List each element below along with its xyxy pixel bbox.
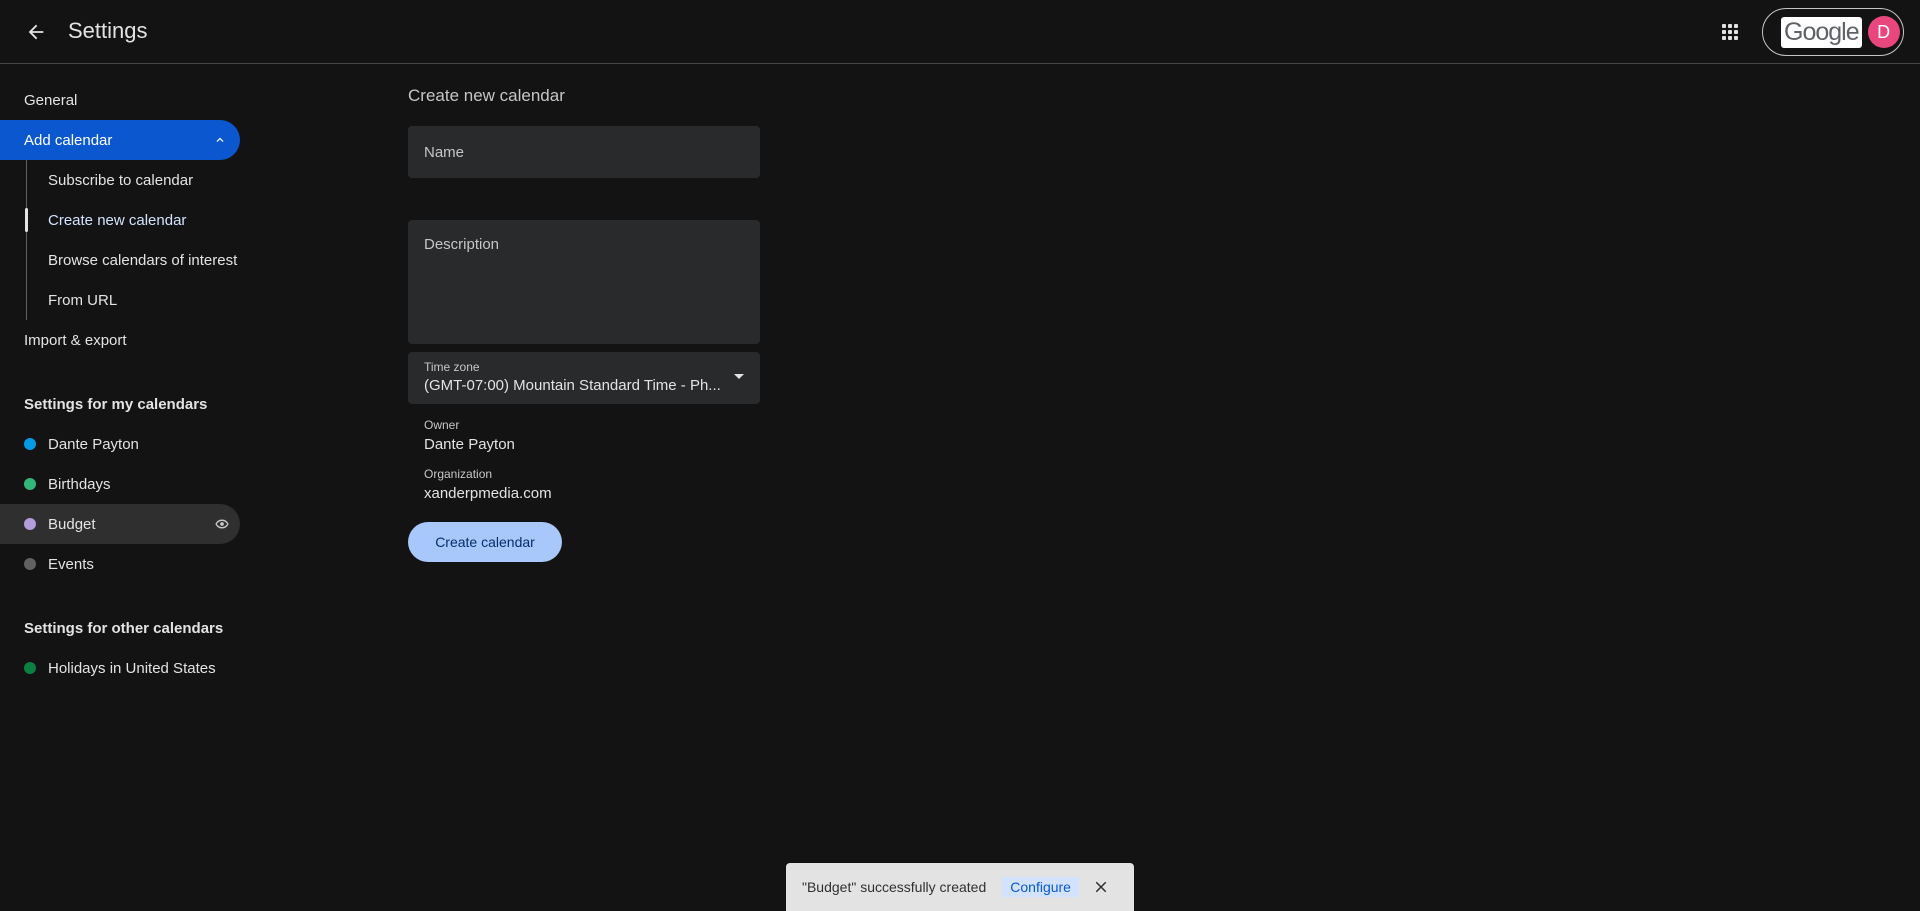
close-icon[interactable] xyxy=(1089,875,1113,899)
sidebar-item-import-export[interactable]: Import & export xyxy=(0,320,240,360)
sidebar-item-add-calendar[interactable]: Add calendar xyxy=(0,120,240,160)
calendar-name: Holidays in United States xyxy=(48,659,216,677)
sidebar-item-from-url[interactable]: From URL xyxy=(0,280,240,320)
sidebar-item-general[interactable]: General xyxy=(0,80,240,120)
organization-value: xanderpmedia.com xyxy=(424,485,552,502)
avatar: D xyxy=(1867,16,1900,48)
owner-info: Owner Dante Payton xyxy=(408,418,760,453)
sidebar-item-label: Create new calendar xyxy=(48,211,187,229)
owner-label: Owner xyxy=(424,418,460,432)
settings-sidebar: General Add calendar Subscribe to calend… xyxy=(0,80,240,688)
eye-icon[interactable] xyxy=(212,514,232,534)
sidebar-item-label: Add calendar xyxy=(24,131,113,149)
sidebar-item-label: From URL xyxy=(48,291,118,309)
timezone-value: (GMT-07:00) Mountain Standard Time - Ph.… xyxy=(424,377,721,394)
back-button[interactable] xyxy=(16,12,56,52)
configure-button[interactable]: Configure xyxy=(1002,877,1079,897)
dropdown-arrow-icon xyxy=(734,374,744,379)
sidebar-item-calendar[interactable]: Birthdays xyxy=(0,464,240,504)
arrow-back-icon xyxy=(28,24,44,40)
organization-info: Organization xanderpmedia.com xyxy=(408,467,760,502)
calendar-name: Budget xyxy=(48,515,96,533)
create-calendar-button[interactable]: Create calendar xyxy=(408,522,562,562)
calendar-color-dot xyxy=(24,558,36,570)
top-app-bar: Settings Google D xyxy=(0,0,1920,64)
my-calendars-heading: Settings for my calendars xyxy=(24,395,208,413)
sidebar-item-calendar[interactable]: Budget xyxy=(0,504,240,544)
description-input[interactable] xyxy=(408,220,760,344)
add-calendar-submenu: Subscribe to calendar Create new calenda… xyxy=(0,160,240,320)
snackbar-message: "Budget" successfully created xyxy=(802,879,987,895)
calendar-name: Events xyxy=(48,555,94,573)
account-button[interactable]: Google D xyxy=(1762,8,1904,56)
google-logo: Google xyxy=(1781,16,1862,48)
organization-label: Organization xyxy=(424,467,493,481)
sidebar-item-label: Subscribe to calendar xyxy=(48,171,194,189)
calendar-color-dot xyxy=(24,662,36,674)
sidebar-item-calendar[interactable]: Holidays in United States xyxy=(0,648,240,688)
snackbar: "Budget" successfully created Configure xyxy=(786,863,1134,911)
description-field xyxy=(408,220,760,344)
sidebar-item-label: Import & export xyxy=(24,331,127,349)
calendar-color-dot xyxy=(24,438,36,450)
sidebar-item-subscribe[interactable]: Subscribe to calendar xyxy=(0,160,240,200)
calendar-color-dot xyxy=(24,478,36,490)
sidebar-item-label: Browse calendars of interest xyxy=(48,251,238,269)
calendar-name: Birthdays xyxy=(48,475,111,493)
owner-value: Dante Payton xyxy=(424,436,515,453)
calendar-name: Dante Payton xyxy=(48,435,139,453)
calendar-color-dot xyxy=(24,518,36,530)
sidebar-item-browse-calendars[interactable]: Browse calendars of interest xyxy=(0,240,240,280)
other-calendars-heading: Settings for other calendars xyxy=(24,619,224,637)
sidebar-item-create-new-calendar[interactable]: Create new calendar xyxy=(0,200,240,240)
sidebar-item-calendar[interactable]: Dante Payton xyxy=(0,424,240,464)
name-input[interactable] xyxy=(408,126,760,178)
chevron-up-icon xyxy=(210,130,230,150)
sidebar-item-calendar[interactable]: Events xyxy=(0,544,240,584)
sidebar-item-label: General xyxy=(24,91,78,109)
page-title: Settings xyxy=(68,18,148,43)
name-field xyxy=(408,126,760,178)
google-apps-button[interactable] xyxy=(1710,12,1750,52)
create-calendar-form: Create new calendar Time zone (GMT-07:00… xyxy=(408,86,760,562)
timezone-select[interactable]: Time zone (GMT-07:00) Mountain Standard … xyxy=(408,352,760,404)
apps-grid-icon xyxy=(1722,24,1738,40)
timezone-label: Time zone xyxy=(424,360,480,374)
form-title: Create new calendar xyxy=(408,86,565,105)
